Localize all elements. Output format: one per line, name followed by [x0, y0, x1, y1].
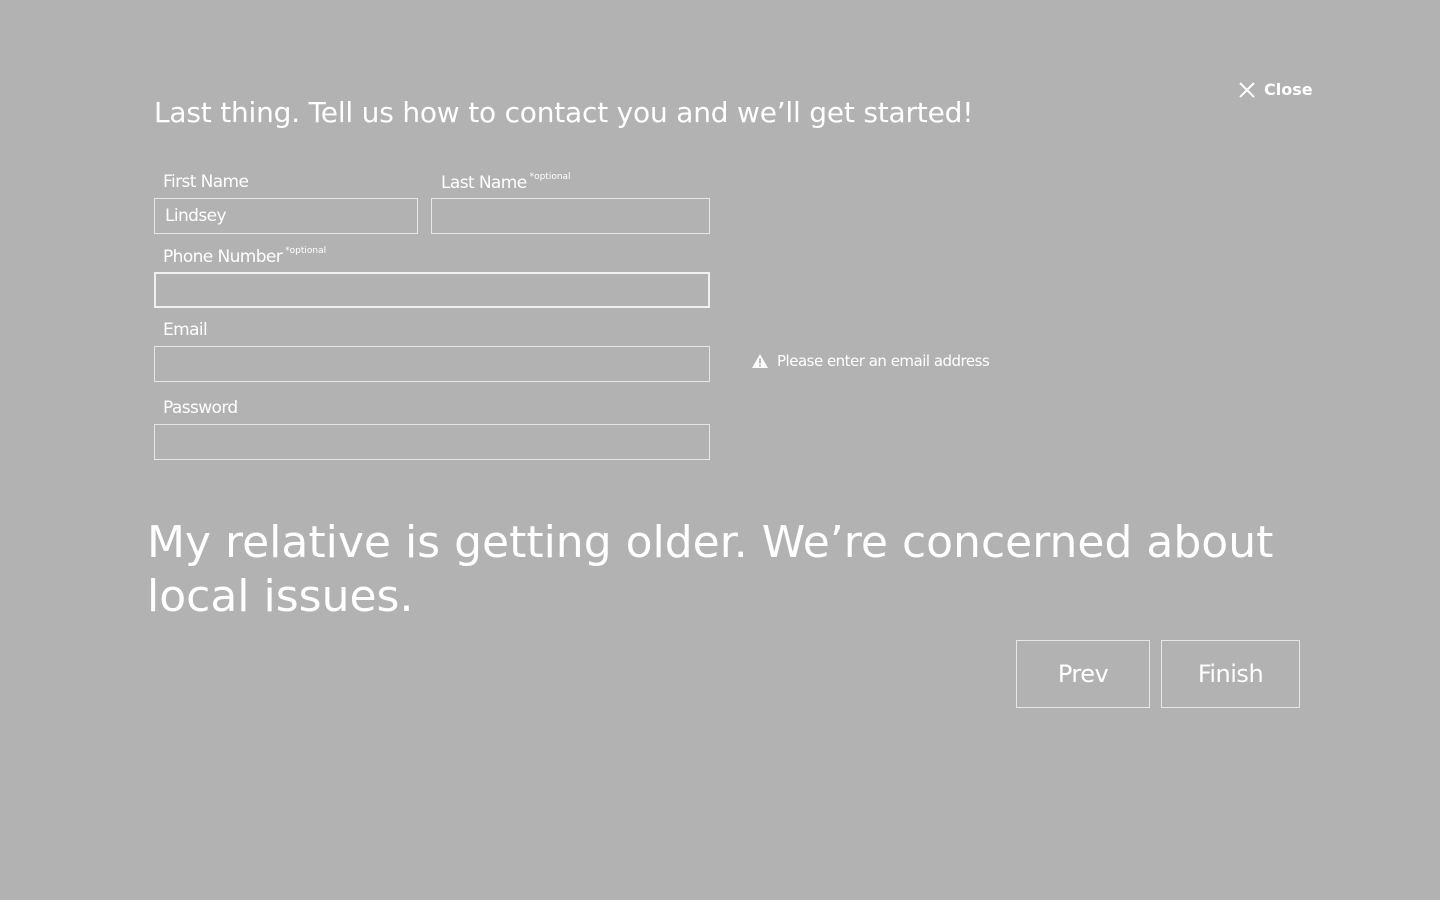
warning-icon — [751, 353, 769, 369]
form-headline: Last thing. Tell us how to contact you a… — [154, 96, 974, 129]
password-input[interactable] — [154, 424, 710, 460]
close-icon — [1238, 81, 1256, 99]
password-label: Password — [163, 398, 238, 418]
finish-button[interactable]: Finish — [1161, 640, 1300, 708]
last-name-input[interactable] — [431, 198, 710, 234]
phone-label: Phone Number *optional — [163, 246, 327, 267]
close-button[interactable]: Close — [1238, 80, 1313, 99]
email-error-text: Please enter an email address — [777, 352, 990, 370]
first-name-label: First Name — [163, 172, 249, 192]
email-label: Email — [163, 320, 208, 340]
phone-input[interactable] — [154, 272, 710, 308]
last-name-label: Last Name *optional — [441, 172, 571, 193]
prev-button[interactable]: Prev — [1016, 640, 1150, 708]
phone-optional-tag: *optional — [285, 246, 327, 256]
email-error-message: Please enter an email address — [751, 352, 990, 370]
last-name-optional-tag: *optional — [529, 172, 571, 182]
question-text: My relative is getting older. We’re conc… — [147, 517, 1274, 622]
close-label: Close — [1264, 80, 1313, 99]
first-name-input[interactable] — [154, 198, 418, 234]
email-input[interactable] — [154, 346, 710, 382]
